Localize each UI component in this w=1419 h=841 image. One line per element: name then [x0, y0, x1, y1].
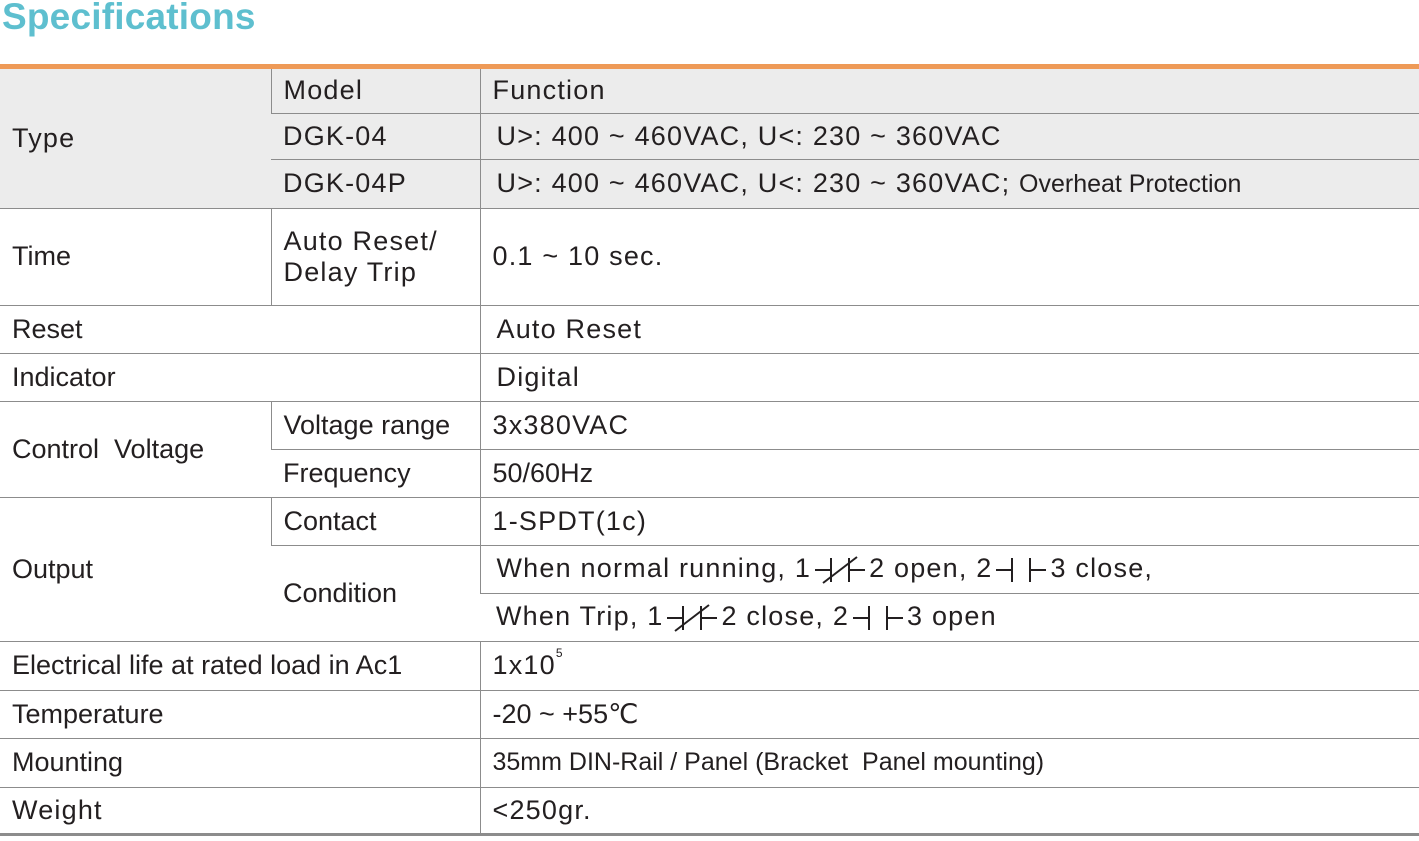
table-row: Temperature -20 ~ +55℃ — [0, 690, 1419, 739]
table-row: Indicator Digital — [0, 353, 1419, 402]
weight-value: <250gr. — [479, 787, 1419, 836]
nc-contact-icon — [815, 556, 866, 584]
electrical-life-exponent: 5 — [555, 646, 564, 660]
condition-label: Condition — [271, 545, 480, 642]
overheat-protection-text: Overheat Protection — [1019, 170, 1242, 198]
type-label: Type — [0, 69, 271, 209]
temperature-label: Temperature — [0, 690, 480, 739]
time-value: 0.1 ~ 10 sec. — [479, 208, 1419, 306]
voltage-range-label: Voltage range — [270, 401, 480, 450]
delay-trip-text: Delay Trip — [283, 256, 418, 287]
frequency-value: 50/60Hz — [479, 449, 1419, 498]
frequency-label: Frequency — [271, 449, 480, 498]
mounting-value: 35mm DIN-Rail / Panel (Bracket Panel mou… — [479, 738, 1419, 788]
table-row: Control Voltage Voltage range 3x380VAC — [0, 401, 1419, 498]
function-text: U>: 400 ~ 460VAC, U<: 230 ~ 360VAC; — [496, 168, 1011, 198]
condition-text: 2 open, 2 — [869, 553, 993, 584]
table-row: Type Model Function — [0, 69, 1419, 209]
model-header: Model — [270, 69, 480, 114]
control-voltage-label: Control Voltage — [0, 401, 271, 498]
condition-text: 3 close, — [1050, 553, 1154, 584]
table-row: Electrical life at rated load in Ac1 1x1… — [0, 641, 1419, 691]
electrical-life-label: Electrical life at rated load in Ac1 — [0, 641, 480, 691]
model-cell: DGK-04P — [271, 159, 480, 209]
table-row: Weight <250gr. — [0, 787, 1419, 836]
electrical-life-value: 1x105 — [479, 641, 1419, 691]
specifications-table: Type Model Function DGK-04 U>: 400 ~ 460… — [0, 69, 1419, 836]
condition-text: When normal running, 1 — [496, 553, 812, 584]
mounting-label: Mounting — [0, 738, 480, 788]
table-row: Output Contact 1-SPDT(1c) — [0, 497, 1419, 642]
contact-label: Contact — [270, 497, 480, 546]
condition-normal-running: When normal running, 1 2 open, 2 3 close, — [479, 545, 1419, 594]
table-row: Mounting 35mm DIN-Rail / Panel (Bracket … — [0, 738, 1419, 788]
no-contact-icon — [996, 557, 1047, 582]
condition-trip: When Trip, 1 2 close, 2 3 open — [480, 593, 1419, 642]
table-row: Time Auto Reset/Delay Trip 0.1 ~ 10 sec. — [0, 208, 1419, 306]
output-label: Output — [0, 497, 271, 642]
no-contact-icon — [853, 605, 904, 630]
indicator-value: Digital — [479, 353, 1419, 402]
time-sub-label: Auto Reset/Delay Trip — [270, 208, 480, 306]
weight-label: Weight — [0, 787, 480, 836]
auto-reset-text: Auto Reset/ — [283, 225, 438, 256]
condition-text: When Trip, 1 — [496, 601, 664, 632]
nc-contact-icon — [667, 604, 718, 632]
reset-label: Reset — [0, 305, 480, 354]
contact-value: 1-SPDT(1c) — [479, 497, 1419, 546]
time-label: Time — [0, 208, 271, 306]
function-cell: U>: 400 ~ 460VAC, U<: 230 ~ 360VAC; Over… — [479, 159, 1419, 209]
temperature-value: -20 ~ +55℃ — [479, 690, 1419, 739]
table-row: Reset Auto Reset — [0, 305, 1419, 354]
indicator-label: Indicator — [0, 353, 480, 402]
reset-value: Auto Reset — [479, 305, 1419, 354]
condition-text: 2 close, 2 — [721, 601, 850, 632]
voltage-range-value: 3x380VAC — [479, 401, 1419, 450]
model-cell: DGK-04 — [271, 113, 480, 160]
function-header: Function — [479, 69, 1419, 114]
condition-text: 3 open — [907, 601, 997, 632]
electrical-life-base: 1x10 — [492, 650, 556, 680]
function-cell: U>: 400 ~ 460VAC, U<: 230 ~ 360VAC — [479, 113, 1419, 160]
page-title: Specifications — [2, 0, 256, 37]
